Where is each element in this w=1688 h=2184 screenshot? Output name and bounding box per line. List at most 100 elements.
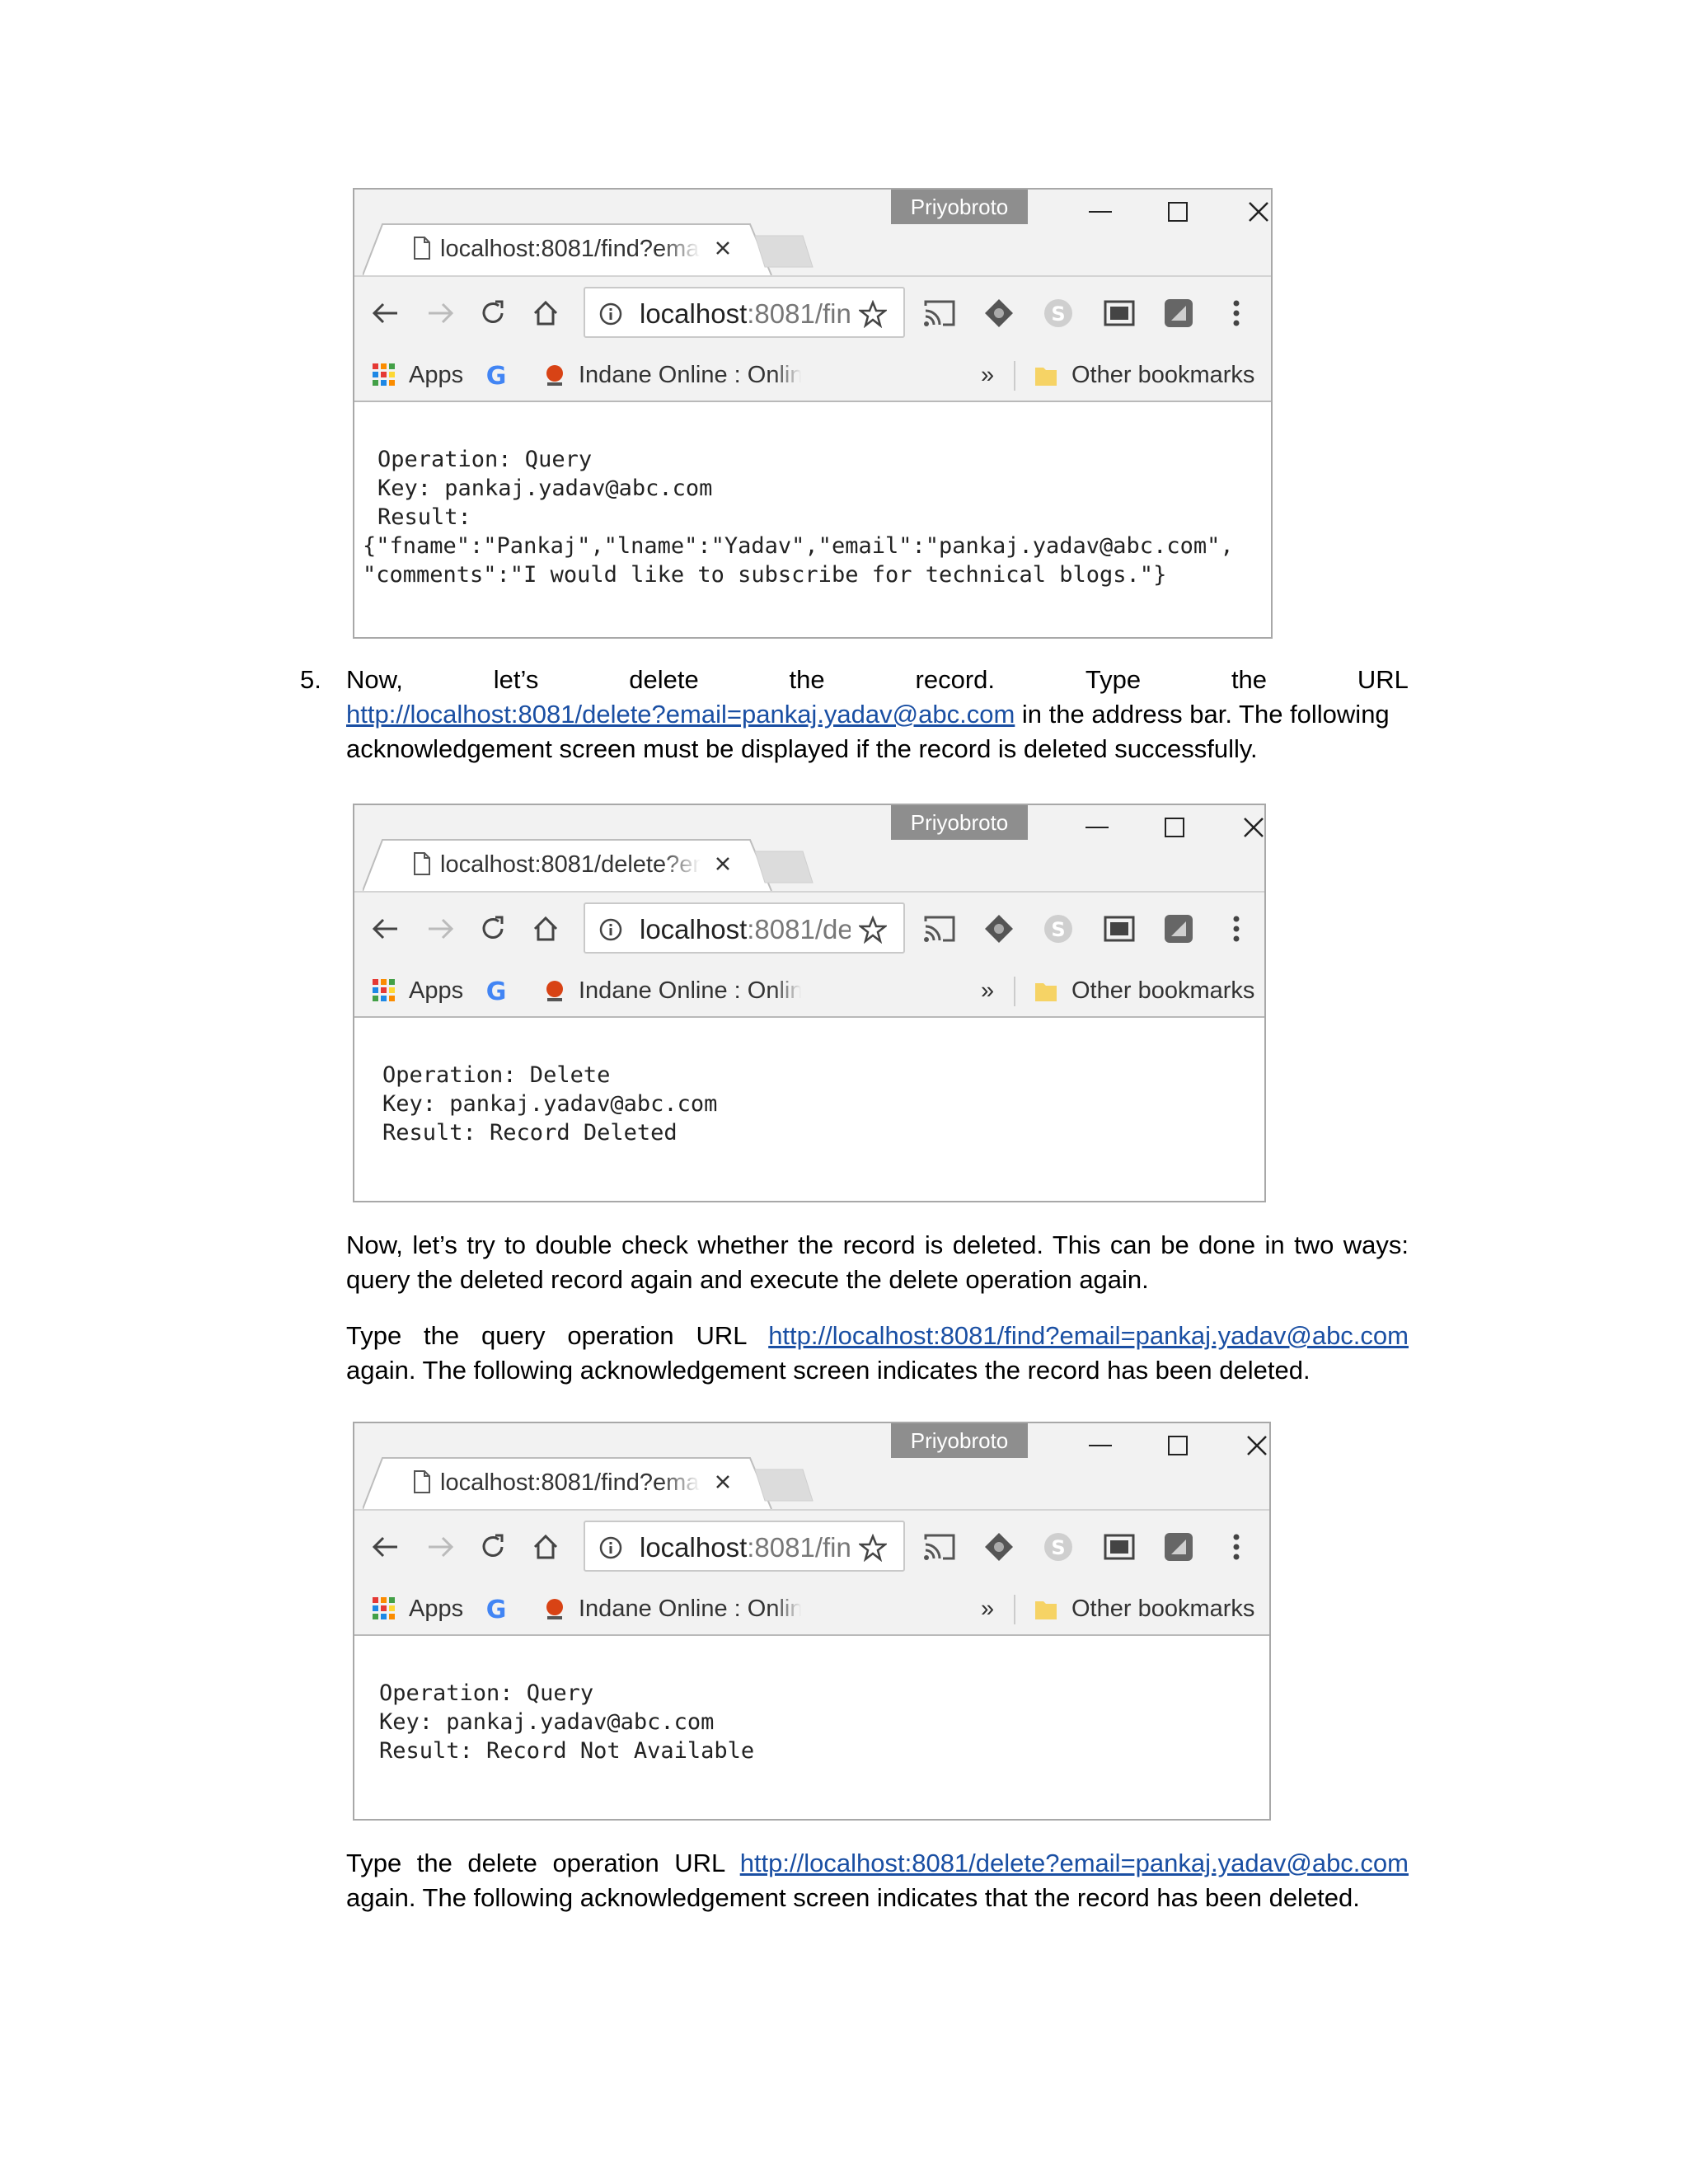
bookmark-star-icon[interactable] (857, 299, 889, 332)
step5-line2: http://localhost:8081/delete?email=panka… (346, 700, 1390, 729)
bookmarks-overflow-chevron[interactable]: » (981, 973, 994, 1008)
bookmarks-divider (1014, 1595, 1015, 1624)
forward-arrow-icon[interactable] (420, 293, 460, 333)
bookmark-star-icon[interactable] (857, 915, 889, 948)
home-icon[interactable] (526, 909, 565, 949)
close-window-button[interactable] (1230, 190, 1287, 234)
extension-square-icon[interactable] (1159, 1527, 1198, 1567)
home-icon[interactable] (526, 293, 565, 333)
address-text: localhost:8081/de (640, 914, 851, 944)
address-bar[interactable]: localhost:8081/fin (584, 287, 905, 338)
bookmark-apps[interactable]: Apps (371, 358, 463, 392)
maximize-button[interactable] (1149, 1423, 1207, 1468)
skype-icon[interactable]: S (1039, 909, 1078, 949)
apps-grid-icon (373, 363, 395, 386)
extension-diamond-icon[interactable] (979, 293, 1019, 333)
user-badge[interactable]: Priyobroto (891, 1423, 1028, 1458)
extension-diamond-icon[interactable] (979, 909, 1019, 949)
minimize-button[interactable] (1071, 1423, 1129, 1468)
indane-logo-icon (546, 1599, 563, 1619)
svg-text:S: S (1051, 302, 1065, 326)
bookmark-indane[interactable]: Indane Online : Online (542, 358, 801, 392)
skype-icon[interactable]: S (1039, 293, 1078, 333)
bookmarks-overflow-chevron[interactable]: » (981, 1591, 994, 1626)
step5-line1: Now, let’s delete the record. Type the U… (346, 665, 1409, 694)
page-icon (412, 851, 432, 880)
bookmark-google[interactable]: G (483, 1591, 509, 1626)
double-check-paragraph: Now, let’s try to double check whether t… (346, 1230, 1409, 1294)
info-icon[interactable] (598, 917, 623, 946)
bookmark-google[interactable]: G (483, 358, 509, 392)
browser-tab[interactable]: localhost:8081/find?email (363, 223, 775, 275)
extension-diamond-icon[interactable] (979, 1527, 1019, 1567)
browser-tab[interactable]: localhost:8081/delete?email (363, 838, 775, 891)
user-badge[interactable]: Priyobroto (891, 190, 1028, 224)
reload-icon[interactable] (473, 293, 513, 333)
bookmark-apps[interactable]: Apps (371, 1591, 463, 1626)
bookmark-indane[interactable]: Indane Online : Online (542, 973, 801, 1008)
indane-label: Indane Online : Online (579, 361, 801, 388)
bookmarks-overflow-chevron[interactable]: » (981, 358, 994, 392)
browser-screenshot-query: localhost:8081/find?email Priyobroto loc… (353, 188, 1273, 639)
screenshot-extension-icon[interactable] (1100, 909, 1139, 949)
browser-toolbar: localhost:8081/fin S (354, 277, 1271, 349)
browser-tab[interactable]: localhost:8081/find?email (363, 1456, 775, 1509)
bookmark-google[interactable]: G (483, 973, 509, 1008)
indane-logo-icon (546, 365, 563, 386)
delete-url-link[interactable]: http://localhost:8081/delete?email=panka… (346, 700, 1015, 729)
minimize-button[interactable] (1071, 190, 1129, 234)
close-tab-icon[interactable] (714, 239, 732, 261)
tab-title: localhost:8081/find?email (440, 236, 701, 262)
response-line: {"fname":"Pankaj","lname":"Yadav","email… (363, 533, 1234, 559)
bookmark-other[interactable]: Other bookmarks (1034, 973, 1254, 1008)
bookmark-other[interactable]: Other bookmarks (1034, 358, 1254, 392)
back-arrow-icon[interactable] (366, 293, 406, 333)
new-tab-button[interactable] (753, 234, 814, 274)
address-bar[interactable]: localhost:8081/de (584, 902, 905, 954)
delete-url-link-again[interactable]: http://localhost:8081/delete?email=panka… (740, 1849, 1409, 1877)
find-url-link[interactable]: http://localhost:8081/find?email=pankaj.… (768, 1321, 1409, 1350)
bookmarks-bar: Apps G Indane Online : Online » Other bo… (354, 1583, 1269, 1636)
menu-kebab-icon[interactable] (1217, 293, 1256, 333)
bookmark-other[interactable]: Other bookmarks (1034, 1591, 1254, 1626)
skype-icon[interactable]: S (1039, 1527, 1078, 1567)
bookmark-apps[interactable]: Apps (371, 973, 463, 1008)
back-arrow-icon[interactable] (366, 1527, 406, 1567)
address-text: localhost:8081/fin (640, 298, 851, 329)
forward-arrow-icon[interactable] (420, 1527, 460, 1567)
cast-icon[interactable] (920, 1527, 959, 1567)
maximize-button[interactable] (1146, 805, 1203, 850)
home-icon[interactable] (526, 1527, 565, 1567)
extension-square-icon[interactable] (1159, 909, 1198, 949)
info-icon[interactable] (598, 1535, 623, 1564)
window-titlebar: localhost:8081/delete?email Priyobroto (354, 805, 1264, 893)
menu-kebab-icon[interactable] (1217, 909, 1256, 949)
cast-icon[interactable] (920, 909, 959, 949)
delete-url-paragraph: Type the delete operation URL http://loc… (346, 1849, 1409, 1912)
reload-icon[interactable] (473, 909, 513, 949)
close-window-button[interactable] (1228, 1423, 1286, 1468)
user-badge[interactable]: Priyobroto (891, 805, 1028, 840)
bookmark-indane[interactable]: Indane Online : Online (542, 1591, 801, 1626)
close-tab-icon[interactable] (714, 1473, 732, 1495)
forward-arrow-icon[interactable] (420, 909, 460, 949)
menu-kebab-icon[interactable] (1217, 1527, 1256, 1567)
address-bar[interactable]: localhost:8081/fin (584, 1521, 905, 1572)
new-tab-button[interactable] (753, 850, 814, 889)
back-arrow-icon[interactable] (366, 909, 406, 949)
close-window-button[interactable] (1225, 805, 1282, 850)
cast-icon[interactable] (920, 293, 959, 333)
close-tab-icon[interactable] (714, 855, 732, 877)
bookmark-star-icon[interactable] (857, 1533, 889, 1566)
svg-text:G: G (486, 977, 507, 1004)
indane-label: Indane Online : Online (579, 977, 801, 1004)
reload-icon[interactable] (473, 1527, 513, 1567)
new-tab-button[interactable] (753, 1468, 814, 1507)
folder-icon (1035, 1601, 1057, 1619)
maximize-button[interactable] (1149, 190, 1207, 234)
minimize-button[interactable] (1068, 805, 1126, 850)
extension-square-icon[interactable] (1159, 293, 1198, 333)
screenshot-extension-icon[interactable] (1100, 293, 1139, 333)
screenshot-extension-icon[interactable] (1100, 1527, 1139, 1567)
info-icon[interactable] (598, 302, 623, 330)
